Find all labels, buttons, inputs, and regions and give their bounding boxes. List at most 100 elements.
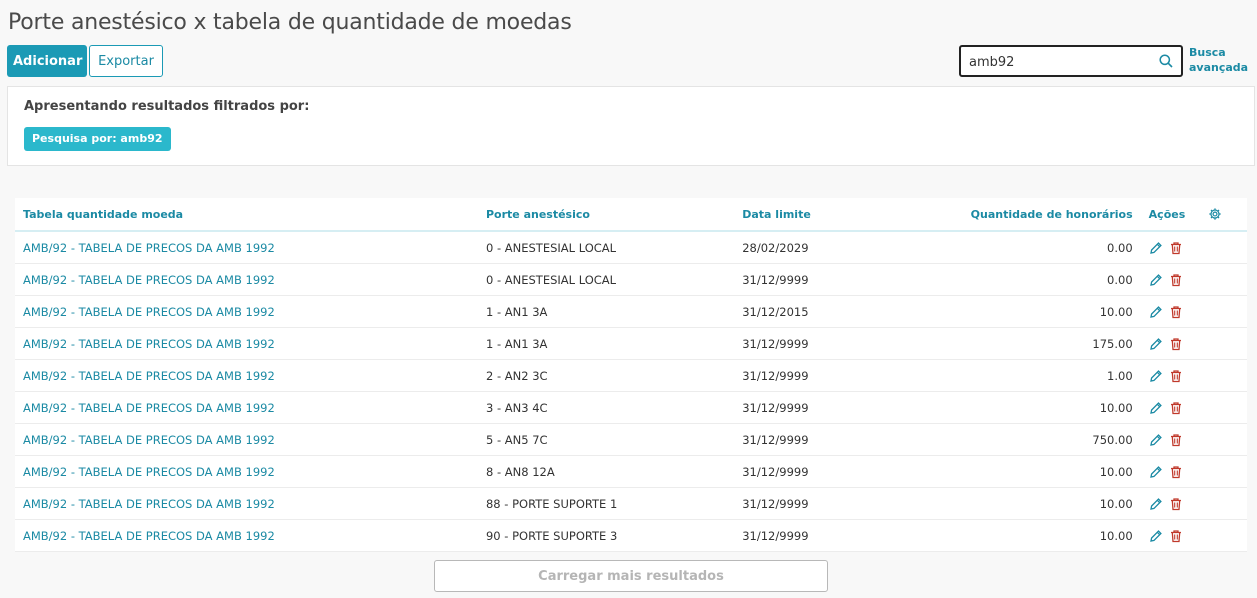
gear-icon[interactable] [1208,207,1222,221]
add-button[interactable]: Adicionar [7,45,87,77]
table-row[interactable]: AMB/92 - TABELA DE PRECOS DA AMB 1992 5 -… [15,423,1247,456]
cell-quantidade: 10.00 [879,295,1149,328]
table-header-row: Tabela quantidade moeda Porte anestésico… [15,198,1247,232]
trash-icon[interactable] [1169,337,1183,351]
col-settings[interactable] [1207,198,1247,232]
cell-porte: 0 - ANESTESIAL LOCAL [485,263,743,296]
filter-panel: Apresentando resultados filtrados por: P… [7,86,1255,166]
trash-icon[interactable] [1169,497,1183,511]
trash-icon[interactable] [1169,369,1183,383]
table-row[interactable]: AMB/92 - TABELA DE PRECOS DA AMB 1992 90 … [15,519,1247,552]
cell-empty [1207,231,1247,264]
pencil-icon[interactable] [1149,305,1163,319]
cell-porte: 5 - AN5 7C [485,423,743,456]
cell-empty [1207,391,1247,424]
cell-data: 31/12/9999 [742,487,880,520]
cell-empty [1207,519,1247,552]
cell-empty [1207,455,1247,488]
filter-heading: Apresentando resultados filtrados por: [24,99,310,114]
trash-icon[interactable] [1169,273,1183,287]
table-row[interactable]: AMB/92 - TABELA DE PRECOS DA AMB 1992 0 -… [15,231,1247,264]
cell-tabela[interactable]: AMB/92 - TABELA DE PRECOS DA AMB 1992 [15,391,486,424]
cell-tabela[interactable]: AMB/92 - TABELA DE PRECOS DA AMB 1992 [15,263,486,296]
cell-acoes [1148,263,1208,296]
pencil-icon[interactable] [1149,369,1163,383]
trash-icon[interactable] [1169,465,1183,479]
cell-quantidade: 0.00 [879,231,1149,264]
cell-acoes [1148,487,1208,520]
cell-quantidade: 10.00 [879,487,1149,520]
col-header-data[interactable]: Data limite [742,198,880,232]
search-box[interactable] [959,45,1183,77]
cell-acoes [1148,423,1208,456]
cell-tabela[interactable]: AMB/92 - TABELA DE PRECOS DA AMB 1992 [15,231,486,264]
trash-icon[interactable] [1169,401,1183,415]
cell-porte: 1 - AN1 3A [485,295,743,328]
cell-data: 31/12/9999 [742,391,880,424]
cell-tabela[interactable]: AMB/92 - TABELA DE PRECOS DA AMB 1992 [15,327,486,360]
pencil-icon[interactable] [1149,433,1163,447]
col-header-tabela[interactable]: Tabela quantidade moeda [15,198,486,232]
cell-tabela[interactable]: AMB/92 - TABELA DE PRECOS DA AMB 1992 [15,359,486,392]
cell-data: 28/02/2029 [742,231,880,264]
table-row[interactable]: AMB/92 - TABELA DE PRECOS DA AMB 1992 2 -… [15,359,1247,392]
trash-icon[interactable] [1169,305,1183,319]
cell-porte: 8 - AN8 12A [485,455,743,488]
cell-porte: 1 - AN1 3A [485,327,743,360]
pencil-icon[interactable] [1149,401,1163,415]
cell-porte: 90 - PORTE SUPORTE 3 [485,519,743,552]
cell-empty [1207,423,1247,456]
cell-data: 31/12/9999 [742,455,880,488]
trash-icon[interactable] [1169,529,1183,543]
advanced-search-link[interactable]: Busca avançada [1189,45,1249,75]
pencil-icon[interactable] [1149,465,1163,479]
cell-acoes [1148,359,1208,392]
pencil-icon[interactable] [1149,241,1163,255]
cell-tabela[interactable]: AMB/92 - TABELA DE PRECOS DA AMB 1992 [15,487,486,520]
load-more-button[interactable]: Carregar mais resultados [434,560,828,592]
cell-acoes [1148,519,1208,552]
page-title: Porte anestésico x tabela de quantidade … [8,10,572,35]
cell-tabela[interactable]: AMB/92 - TABELA DE PRECOS DA AMB 1992 [15,295,486,328]
search-icon[interactable] [1159,54,1173,68]
cell-tabela[interactable]: AMB/92 - TABELA DE PRECOS DA AMB 1992 [15,455,486,488]
cell-quantidade: 0.00 [879,263,1149,296]
pencil-icon[interactable] [1149,529,1163,543]
cell-porte: 3 - AN3 4C [485,391,743,424]
search-input[interactable] [969,53,1149,71]
cell-quantidade: 175.00 [879,327,1149,360]
export-button[interactable]: Exportar [89,45,163,77]
table-row[interactable]: AMB/92 - TABELA DE PRECOS DA AMB 1992 1 -… [15,327,1247,360]
cell-quantidade: 10.00 [879,391,1149,424]
cell-acoes [1148,327,1208,360]
cell-acoes [1148,295,1208,328]
col-header-porte[interactable]: Porte anestésico [485,198,743,232]
cell-acoes [1148,455,1208,488]
trash-icon[interactable] [1169,433,1183,447]
cell-empty [1207,295,1247,328]
cell-data: 31/12/9999 [742,327,880,360]
pencil-icon[interactable] [1149,497,1163,511]
cell-data: 31/12/9999 [742,519,880,552]
table-row[interactable]: AMB/92 - TABELA DE PRECOS DA AMB 1992 1 -… [15,295,1247,328]
table-row[interactable]: AMB/92 - TABELA DE PRECOS DA AMB 1992 8 -… [15,455,1247,488]
cell-tabela[interactable]: AMB/92 - TABELA DE PRECOS DA AMB 1992 [15,423,486,456]
cell-data: 31/12/9999 [742,359,880,392]
trash-icon[interactable] [1169,241,1183,255]
col-header-acoes: Ações [1148,198,1208,232]
table-row[interactable]: AMB/92 - TABELA DE PRECOS DA AMB 1992 3 -… [15,391,1247,424]
col-header-quantidade[interactable]: Quantidade de honorários [879,198,1149,232]
cell-tabela[interactable]: AMB/92 - TABELA DE PRECOS DA AMB 1992 [15,519,486,552]
cell-quantidade: 750.00 [879,423,1149,456]
table-row[interactable]: AMB/92 - TABELA DE PRECOS DA AMB 1992 0 -… [15,263,1247,296]
cell-quantidade: 1.00 [879,359,1149,392]
cell-quantidade: 10.00 [879,455,1149,488]
cell-data: 31/12/9999 [742,263,880,296]
pencil-icon[interactable] [1149,337,1163,351]
pencil-icon[interactable] [1149,273,1163,287]
table-row[interactable]: AMB/92 - TABELA DE PRECOS DA AMB 1992 88 … [15,487,1247,520]
cell-porte: 2 - AN2 3C [485,359,743,392]
cell-porte: 0 - ANESTESIAL LOCAL [485,231,743,264]
filter-chip[interactable]: Pesquisa por: amb92 [24,127,171,151]
cell-empty [1207,263,1247,296]
